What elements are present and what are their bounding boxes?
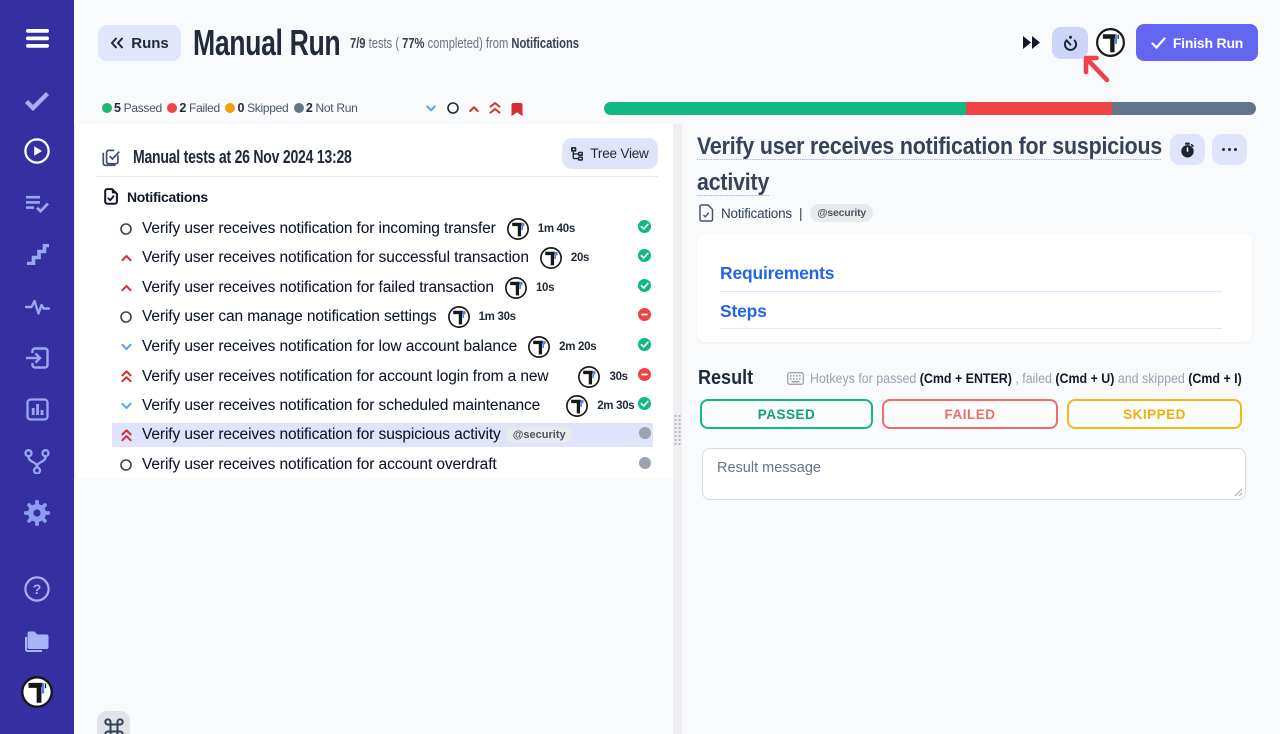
- svg-text:?: ?: [33, 581, 42, 597]
